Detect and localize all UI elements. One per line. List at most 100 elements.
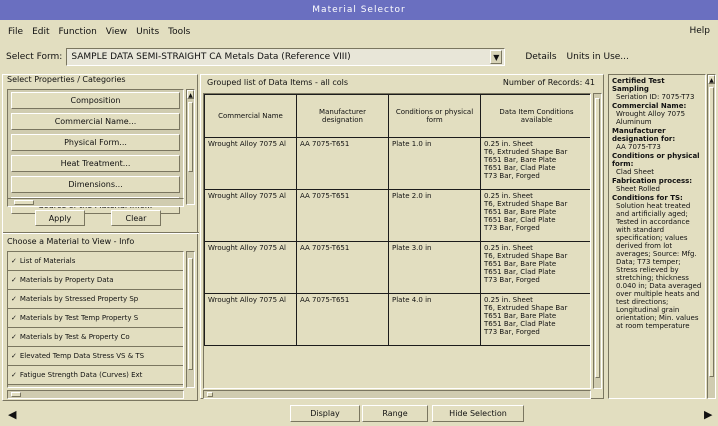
materials-hscrollbar[interactable] xyxy=(7,390,184,399)
scroll-thumb[interactable] xyxy=(188,102,193,172)
table-cell: Wrought Alloy 7075 Al xyxy=(204,293,297,346)
chevron-down-icon[interactable]: ▼ xyxy=(490,50,503,64)
table-row[interactable]: Wrought Alloy 7075 Al AA 7075-T651 Plate… xyxy=(204,137,590,190)
property-physical-form-button[interactable]: Physical Form... xyxy=(11,134,180,151)
table-header-row: Commercial Name Manufacturer designation… xyxy=(204,94,590,138)
detail-label: Conditions for TS: xyxy=(612,194,683,202)
table-cell: AA 7075-T651 xyxy=(296,293,389,346)
hscroll-thumb[interactable] xyxy=(11,392,21,397)
list-item[interactable]: ✓ List of Materials xyxy=(8,252,183,271)
hscroll-thumb[interactable] xyxy=(207,392,213,397)
units-link[interactable]: Units in Use... xyxy=(567,52,629,62)
list-item[interactable]: ✓ Materials by Stressed Property Sp xyxy=(8,290,183,309)
results-panel: Grouped list of Data Items - all cols Nu… xyxy=(200,74,604,399)
table-cell: AA 7075-T651 xyxy=(296,189,389,242)
table-cell: Plate 3.0 in xyxy=(388,241,481,294)
menu-function[interactable]: Function xyxy=(59,27,97,37)
list-item[interactable]: ✓ Elevated Temp Data Stress VS & TS xyxy=(8,347,183,366)
column-header[interactable]: Data Item Conditions available xyxy=(480,94,590,138)
table-cell: Wrought Alloy 7075 Al xyxy=(204,241,297,294)
window-title-bar: Material Selector xyxy=(0,0,718,20)
clear-button[interactable]: Clear xyxy=(111,210,161,226)
hide-selection-button[interactable]: Hide Selection xyxy=(432,405,524,422)
table-cell: 0.25 in. Sheet T6, Extruded Shape Bar T6… xyxy=(480,189,590,242)
table-cell: Wrought Alloy 7075 Al xyxy=(204,189,297,242)
menu-units[interactable]: Units xyxy=(136,27,159,37)
scroll-thumb[interactable] xyxy=(595,98,600,378)
table-cell: Wrought Alloy 7075 Al xyxy=(204,137,297,190)
table-cell: AA 7075-T651 xyxy=(296,241,389,294)
menu-help[interactable]: Help xyxy=(689,26,710,36)
list-item[interactable]: ✓ Materials by Property Data xyxy=(8,271,183,290)
form-select[interactable]: SAMPLE DATA SEMI-STRAIGHT CA Metals Data… xyxy=(66,48,506,66)
left-divider xyxy=(3,232,199,234)
table-cell: 0.25 in. Sheet T6, Extruded Shape Bar T6… xyxy=(480,241,590,294)
detail-label: Fabrication process: xyxy=(612,177,693,185)
property-list: Composition Commercial Name... Physical … xyxy=(7,89,184,214)
select-form-row: Select Form: SAMPLE DATA SEMI-STRAIGHT C… xyxy=(6,46,712,68)
detail-value: Solution heat treated and artificially a… xyxy=(616,202,702,330)
detail-label: Conditions or physical form: xyxy=(612,152,700,168)
range-button[interactable]: Range xyxy=(362,405,428,422)
results-table-area: Commercial Name Manufacturer designation… xyxy=(203,93,591,389)
details-scrollbar[interactable]: ▲ xyxy=(707,74,716,399)
materials-list: ✓ List of Materials ✓ Materials by Propert… xyxy=(7,251,184,388)
detail-value: Wrought Alloy 7075 Aluminum xyxy=(616,110,686,126)
scroll-thumb[interactable] xyxy=(188,258,193,370)
column-header[interactable]: Commercial Name xyxy=(204,94,297,138)
bottom-toolbar: ◀ Display Range Hide Selection ▶ xyxy=(0,402,718,426)
detail-label: Commercial Name: xyxy=(612,102,687,110)
property-list-hscrollbar[interactable] xyxy=(7,198,184,207)
property-heat-treatment-button[interactable]: Heat Treatment... xyxy=(11,155,180,172)
scroll-up-icon[interactable]: ▲ xyxy=(187,90,194,99)
arrow-right-icon[interactable]: ▶ xyxy=(704,408,712,421)
table-row[interactable]: Wrought Alloy 7075 Al AA 7075-T651 Plate… xyxy=(204,241,590,294)
record-count: Number of Records: 41 xyxy=(502,78,595,87)
window-title: Material Selector xyxy=(312,5,406,15)
select-form-label: Select Form: xyxy=(6,52,63,62)
detail-value: Sheet Rolled xyxy=(616,185,660,193)
list-item[interactable]: ✓ Fatigue Strength Data (Curves) Ext xyxy=(8,366,183,385)
results-table: Commercial Name Manufacturer designation… xyxy=(204,94,590,346)
checkmark-icon: ✓ xyxy=(11,352,17,360)
column-header[interactable]: Conditions or physical form xyxy=(388,94,481,138)
display-button[interactable]: Display xyxy=(290,405,360,422)
list-item[interactable]: ✓ Materials by Test Temp Property S xyxy=(8,309,183,328)
checkmark-icon: ✓ xyxy=(11,314,17,322)
detail-label: Certified Test Sampling xyxy=(612,77,665,93)
checkmark-icon: ✓ xyxy=(11,295,17,303)
menu-tools[interactable]: Tools xyxy=(168,27,190,37)
checkmark-icon: ✓ xyxy=(11,371,17,379)
menu-view[interactable]: View xyxy=(106,27,127,37)
table-cell: 0.25 in. Sheet T6, Extruded Shape Bar T6… xyxy=(480,137,590,190)
property-composition-button[interactable]: Composition xyxy=(11,92,180,109)
table-row[interactable]: Wrought Alloy 7075 Al AA 7075-T651 Plate… xyxy=(204,293,590,346)
detail-value: Seriation ID: 7075-T73 xyxy=(616,93,695,101)
properties-caption: Select Properties / Categories xyxy=(7,75,126,84)
hscroll-thumb[interactable] xyxy=(14,200,34,205)
scroll-thumb[interactable] xyxy=(709,87,714,377)
property-list-scrollbar[interactable]: ▲ xyxy=(186,89,195,205)
table-hscrollbar[interactable] xyxy=(203,390,591,399)
table-cell: 0.25 in. Sheet T6, Extruded Shape Bar T6… xyxy=(480,293,590,346)
apply-button[interactable]: Apply xyxy=(35,210,85,226)
arrow-left-icon[interactable]: ◀ xyxy=(8,408,16,421)
checkmark-icon: ✓ xyxy=(11,257,17,265)
menu-file[interactable]: File xyxy=(8,27,23,37)
checkmark-icon: ✓ xyxy=(11,333,17,341)
column-header[interactable]: Manufacturer designation xyxy=(296,94,389,138)
details-link[interactable]: Details xyxy=(525,52,556,62)
list-item[interactable]: ✓ Materials by Test & Property Co xyxy=(8,328,183,347)
table-row[interactable]: Wrought Alloy 7075 Al AA 7075-T651 Plate… xyxy=(204,189,590,242)
property-commercial-name-button[interactable]: Commercial Name... xyxy=(11,113,180,130)
menu-edit[interactable]: Edit xyxy=(32,27,49,37)
table-scrollbar[interactable] xyxy=(593,93,602,389)
detail-value: AA 7075-T73 xyxy=(616,143,661,151)
checkmark-icon: ✓ xyxy=(11,276,17,284)
details-panel: Certified Test Sampling Seriation ID: 70… xyxy=(608,74,706,399)
table-cell: Plate 1.0 in xyxy=(388,137,481,190)
materials-scrollbar[interactable] xyxy=(186,251,195,388)
scroll-up-icon[interactable]: ▲ xyxy=(708,75,715,84)
property-dimensions-button[interactable]: Dimensions... xyxy=(11,176,180,193)
materials-caption: Choose a Material to View - Info xyxy=(7,237,135,246)
